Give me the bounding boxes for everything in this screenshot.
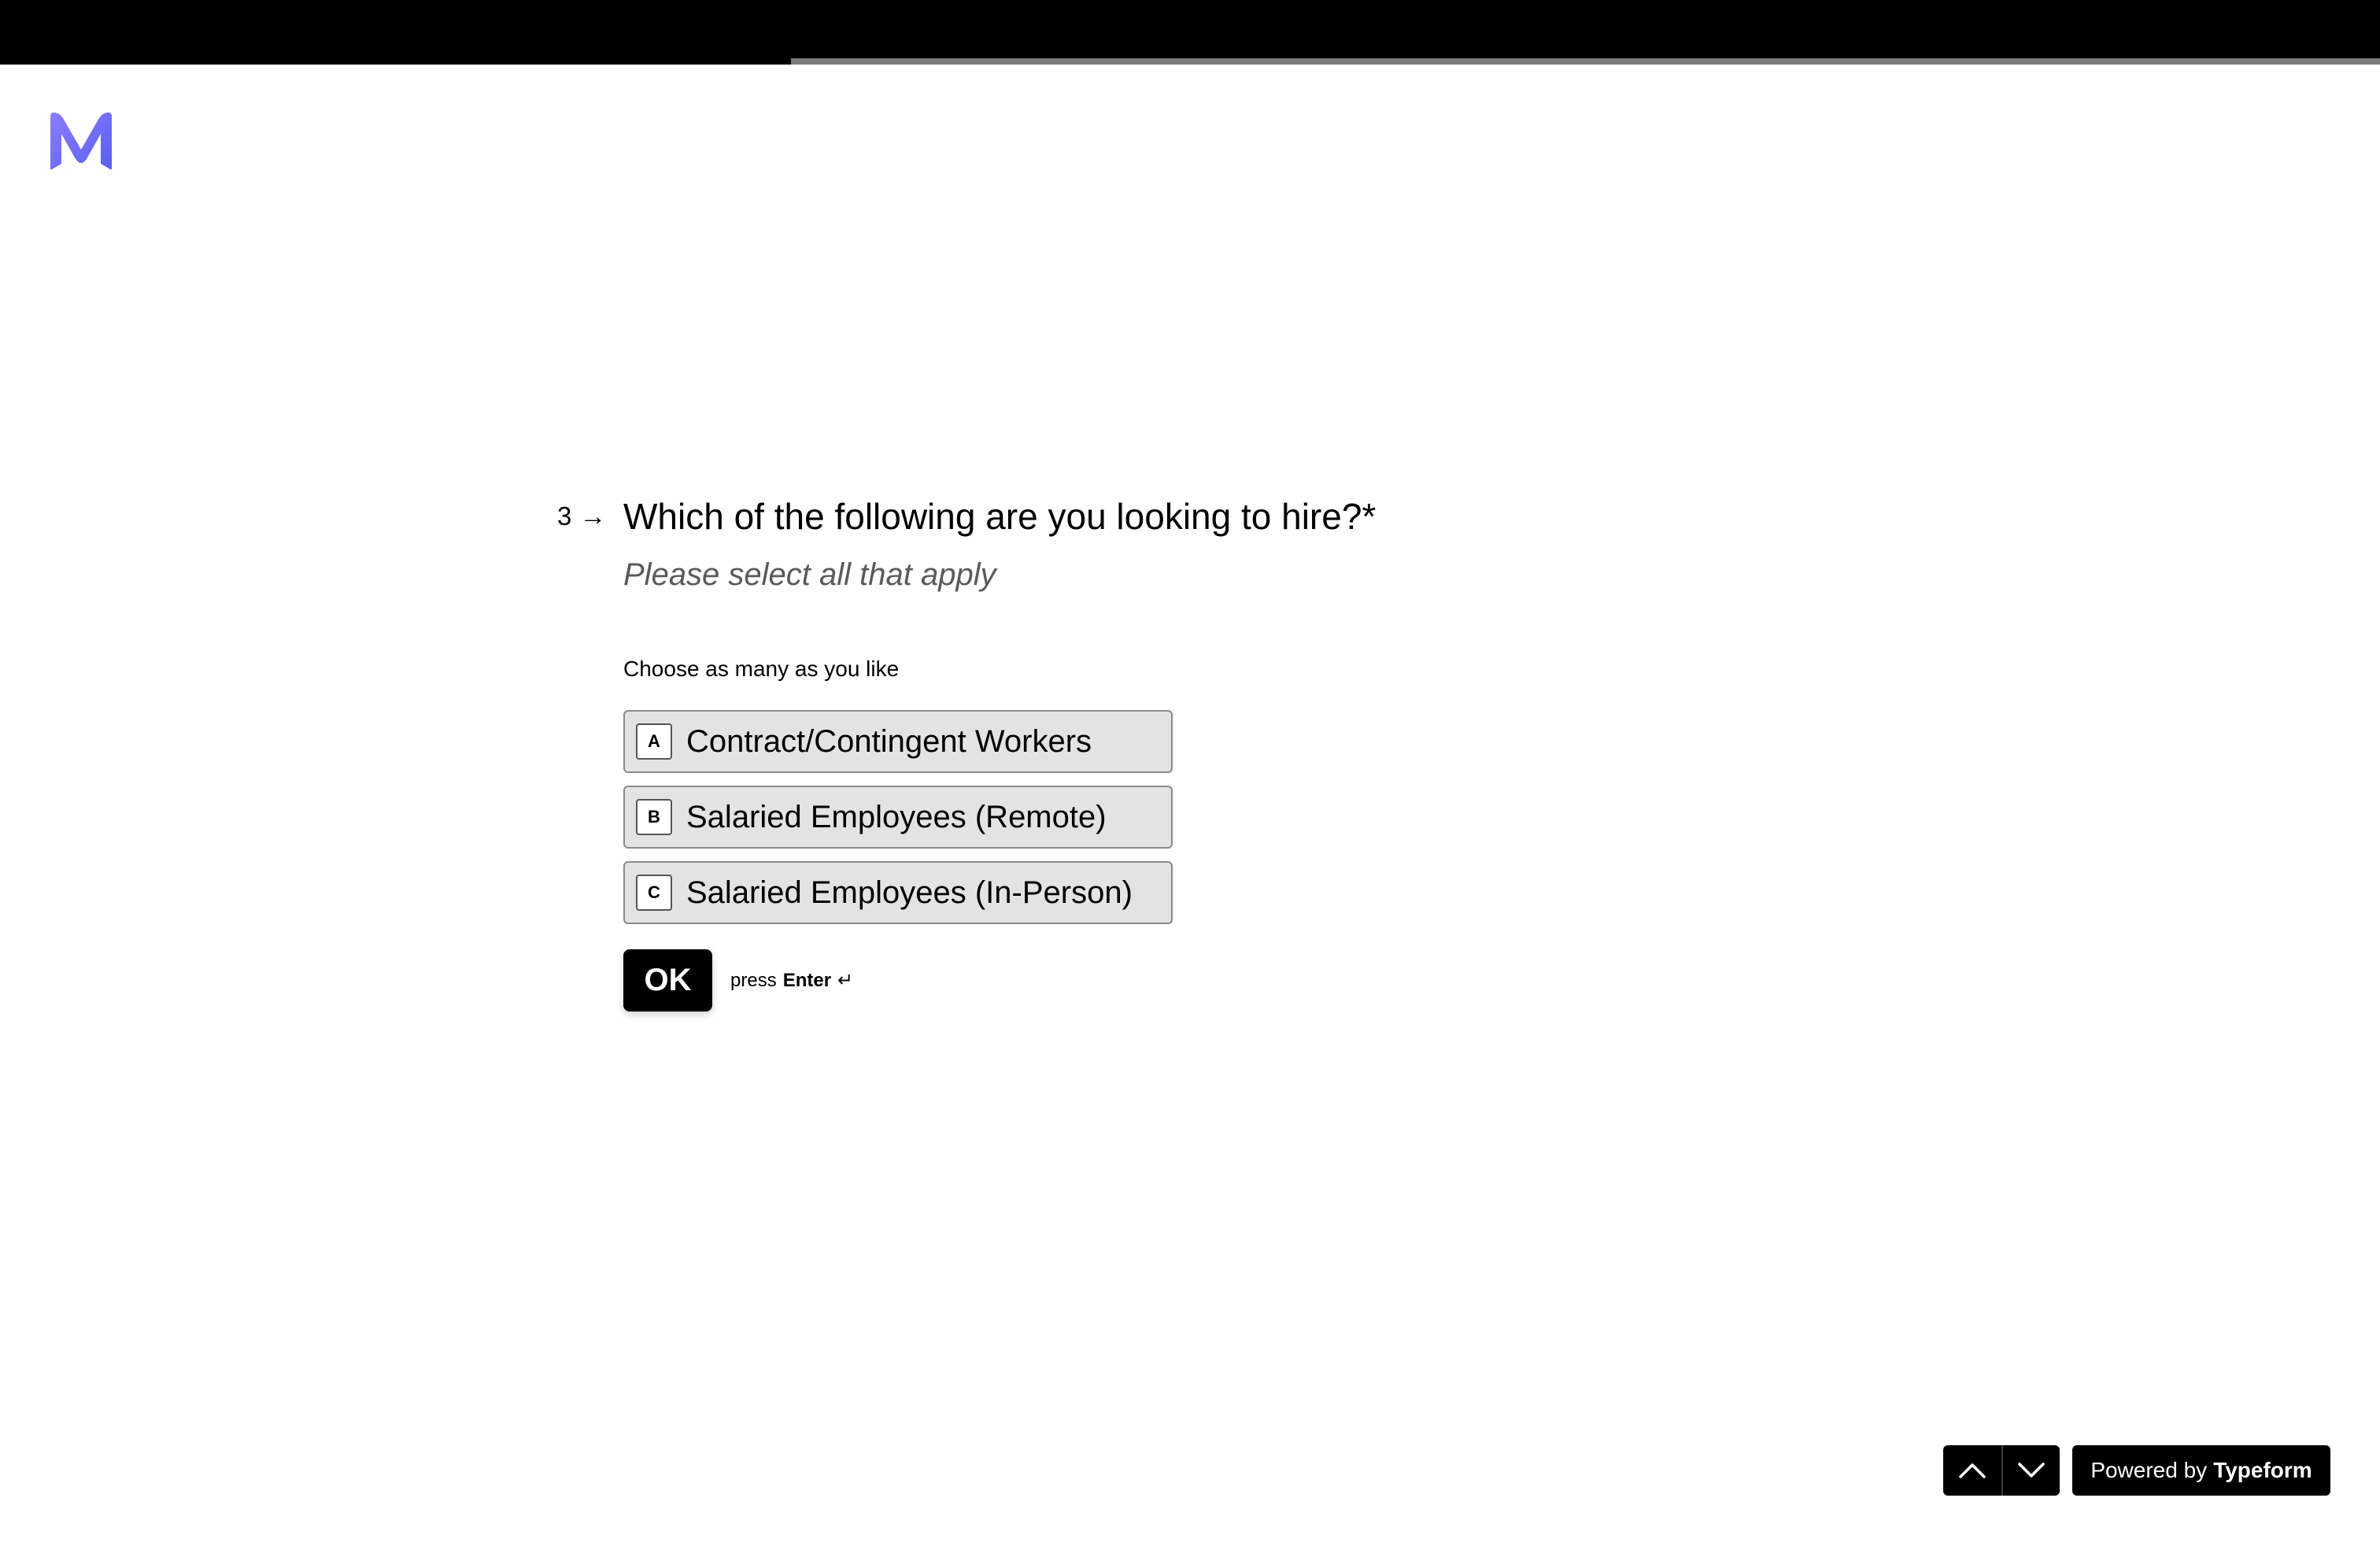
selection-instruction: Choose as many as you like (623, 656, 900, 681)
press-text: press (730, 970, 777, 991)
question-navigation (1943, 1445, 2060, 1496)
powered-by-typeform-link[interactable]: Powered by Typeform (2072, 1445, 2330, 1496)
choice-option-c[interactable]: C Salaried Employees (In-Person) (623, 861, 1173, 924)
question-title: Which of the following are you looking t… (623, 496, 1377, 537)
choice-label: Contract/Contingent Workers (686, 724, 1092, 759)
question-number: 3 → (557, 501, 606, 532)
choice-label: Salaried Employees (Remote) (686, 800, 1107, 834)
question-number-text: 3 (557, 501, 572, 531)
powered-by-text: Powered by (2090, 1458, 2208, 1482)
next-question-button[interactable] (2001, 1445, 2060, 1496)
choice-option-b[interactable]: B Salaried Employees (Remote) (623, 786, 1173, 849)
question-subtitle: Please select all that apply (623, 557, 996, 592)
choice-option-a[interactable]: A Contract/Contingent Workers (623, 710, 1173, 773)
choice-key-badge: A (636, 723, 672, 760)
m-logo-icon (47, 110, 115, 170)
typeform-brand-text: Typeform (2213, 1458, 2312, 1482)
choice-key-badge: C (636, 875, 672, 911)
previous-question-button[interactable] (1943, 1445, 2001, 1496)
chevron-up-icon (1959, 1463, 1986, 1478)
choice-key-badge: B (636, 799, 672, 835)
progress-bar-fill (791, 58, 2380, 65)
chevron-down-icon (2018, 1463, 2045, 1478)
press-enter-hint: press Enter ↵ (730, 967, 853, 994)
ok-button[interactable]: OK (623, 949, 712, 1012)
arrow-right-icon: → (579, 501, 607, 531)
enter-return-icon: ↵ (837, 970, 854, 991)
choice-label: Salaried Employees (In-Person) (686, 875, 1133, 910)
enter-key-text: Enter (782, 970, 832, 991)
top-bar (0, 0, 2380, 65)
